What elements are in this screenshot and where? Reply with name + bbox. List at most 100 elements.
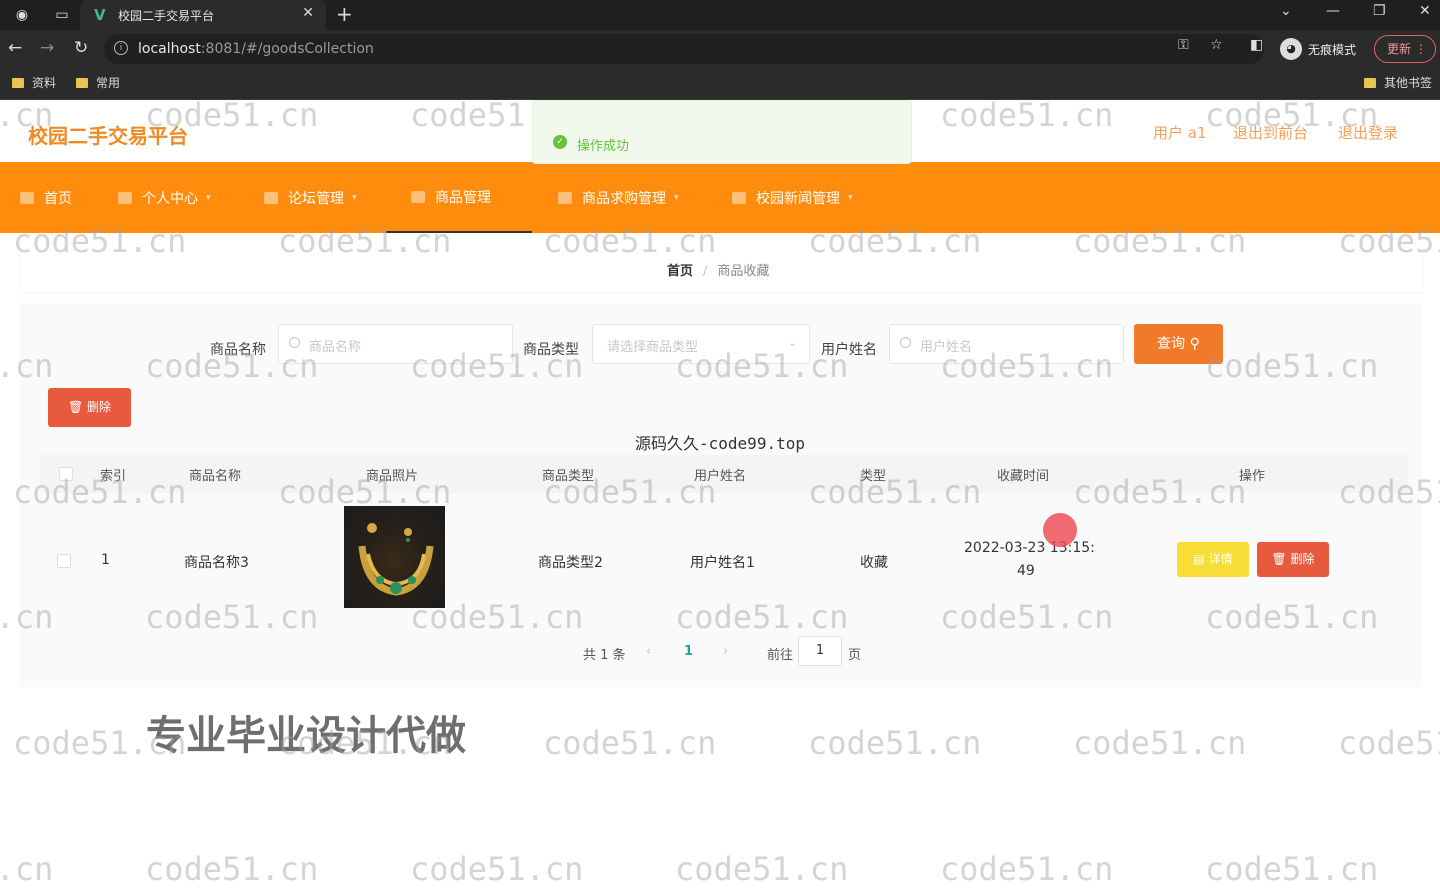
back-icon[interactable]: ← [8,38,22,58]
nav-goods-wanted[interactable]: 商品求购管理 ▾ [558,162,679,233]
nav-campus-news[interactable]: 校园新闻管理 ▾ [732,162,853,233]
nav-personal-center[interactable]: 个人中心 ▾ [118,162,211,233]
logout-link[interactable]: 退出登录 [1338,122,1398,143]
trash-icon: 🗑 [67,400,84,414]
tab-list-chevron-icon[interactable]: ⌄ [1280,3,1292,19]
goods-type-select[interactable]: 请选择商品类型 ⌄ [592,324,810,364]
col-user-name: 用户姓名 [694,469,747,484]
row-goods-type: 商品类型2 [538,555,603,571]
user-name-input[interactable]: 用户姓名 [889,324,1124,364]
code51-watermark: code51.cn [675,850,849,888]
key-icon[interactable]: ⚿ [1178,37,1189,53]
row-user-name: 用户姓名1 [690,555,755,571]
sidepanel-icon[interactable]: ◧ [1250,37,1263,53]
col-goods-type: 商品类型 [542,469,595,484]
forward-icon[interactable]: → [40,38,54,58]
col-goods-name: 商品名称 [189,469,242,484]
goods-photo[interactable] [344,506,445,608]
code51-watermark: code51.cn [1205,850,1379,888]
browser-tab[interactable]: V 校园二手交易平台 ✕ [80,0,326,30]
code51-watermark: code51.cn [0,850,54,888]
bookmark-star-icon[interactable]: ☆ [1210,37,1223,53]
chevron-down-icon: ⌄ [787,336,797,349]
breadcrumb-current: 商品收藏 [717,264,770,279]
incognito-icon: ◕ [1280,38,1302,60]
main-nav: 首页 个人中心 ▾ 论坛管理 ▾ 商品管理 商品求购管理 ▾ 校园新闻管理 ▾ [0,162,1440,233]
code51-watermark: code51.cn [410,850,584,888]
browser-menu-icon[interactable]: ◉ [12,5,32,25]
restore-icon[interactable]: ❐ [1373,3,1386,19]
next-page-icon[interactable]: › [723,644,728,659]
goods-name-input[interactable]: 商品名称 [278,324,513,364]
search-icon [900,337,911,348]
minimize-icon[interactable]: — [1326,3,1340,19]
col-type: 类型 [860,469,887,484]
row-collect-time-cont: 49 [1017,563,1035,579]
bookmark-folder-changyong[interactable]: 常用 [76,74,120,91]
wanted-icon [558,191,572,204]
tab-close-icon[interactable]: ✕ [302,5,314,21]
query-button[interactable]: 查询 ⚲ [1134,324,1223,364]
incognito-indicator[interactable]: ◕ 无痕模式 [1280,35,1356,63]
batch-delete-button[interactable]: 🗑 删除 [48,388,131,427]
goods-icon [411,190,425,203]
code51-watermark: code51.cn [145,850,319,888]
row-checkbox[interactable] [57,554,71,568]
forum-icon [264,191,278,204]
page-suffix: 页 [848,648,862,663]
breadcrumb: 首页 / 商品收藏 [667,264,770,279]
new-tab-icon[interactable]: + [336,2,353,26]
goto-page-input[interactable]: 1 [798,636,842,666]
folder-icon [76,77,88,88]
trash-icon: 🗑 [1271,552,1287,566]
col-index: 索引 [100,469,127,484]
url-text: localhost:8081/#/goodsCollection [138,41,374,57]
site-info-icon[interactable]: i [114,41,128,55]
user-label: 用户 a1 [1153,124,1207,142]
breadcrumb-panel: 首页 / 商品收藏 [20,244,1423,292]
row-delete-button[interactable]: 🗑 删除 [1257,542,1329,577]
code51-watermark: code51.cn [808,724,982,762]
search-icon: ⚲ [1189,336,1200,352]
reload-icon[interactable]: ↻ [74,38,88,58]
goto-label: 前往 [767,648,794,663]
update-button[interactable]: 更新 ⋮ [1374,35,1436,63]
goods-name-label: 商品名称 [210,342,266,358]
prev-page-icon[interactable]: ‹ [646,644,651,659]
site-title: 校园二手交易平台 [28,124,188,148]
back-to-front-link[interactable]: 退出到前台 [1233,122,1308,143]
news-icon [732,191,746,204]
nav-forum[interactable]: 论坛管理 ▾ [264,162,357,233]
incognito-label: 无痕模式 [1308,42,1357,57]
code51-watermark: code51.cn [1338,724,1440,762]
necklace-image [358,523,434,596]
page-number[interactable]: 1 [684,644,693,659]
row-collect-time: 2022-03-23 13:15: [964,540,1095,556]
click-indicator [1043,513,1077,547]
success-toast: ✓ 操作成功 [532,100,912,164]
home-icon [20,191,34,204]
url-field[interactable]: i localhost:8081/#/goodsCollection [104,34,1264,64]
detail-button[interactable]: ▤ 详情 [1177,542,1249,577]
bookmark-folder-ziliao[interactable]: 资料 [12,74,56,91]
table-header: 索引 商品名称 商品照片 商品类型 用户姓名 类型 收藏时间 操作 [40,455,1408,493]
col-goods-photo: 商品照片 [366,469,419,484]
address-bar-row: ← → ↻ i localhost:8081/#/goodsCollection… [0,30,1440,68]
tab-title: 校园二手交易平台 [118,9,215,23]
other-bookmarks[interactable]: 其他书签 [1364,74,1432,91]
tab-search-icon[interactable]: ▭ [52,5,72,25]
breadcrumb-home[interactable]: 首页 [667,264,693,279]
nav-goods[interactable]: 商品管理 [386,162,532,233]
col-actions: 操作 [1239,469,1266,484]
code51-watermark: code51.cn [940,850,1114,888]
toast-message: 操作成功 [577,139,630,154]
code51-watermark: code51.cn [543,724,717,762]
overlay-advert-text: 专业毕业设计代做 [146,713,466,759]
goods-type-label: 商品类型 [523,342,579,358]
search-icon [289,337,300,348]
select-all-checkbox[interactable] [59,467,73,481]
nav-home[interactable]: 首页 [20,162,72,233]
vue-logo-icon: V [94,6,106,24]
user-icon [118,191,132,204]
close-window-icon[interactable]: ✕ [1419,3,1431,19]
